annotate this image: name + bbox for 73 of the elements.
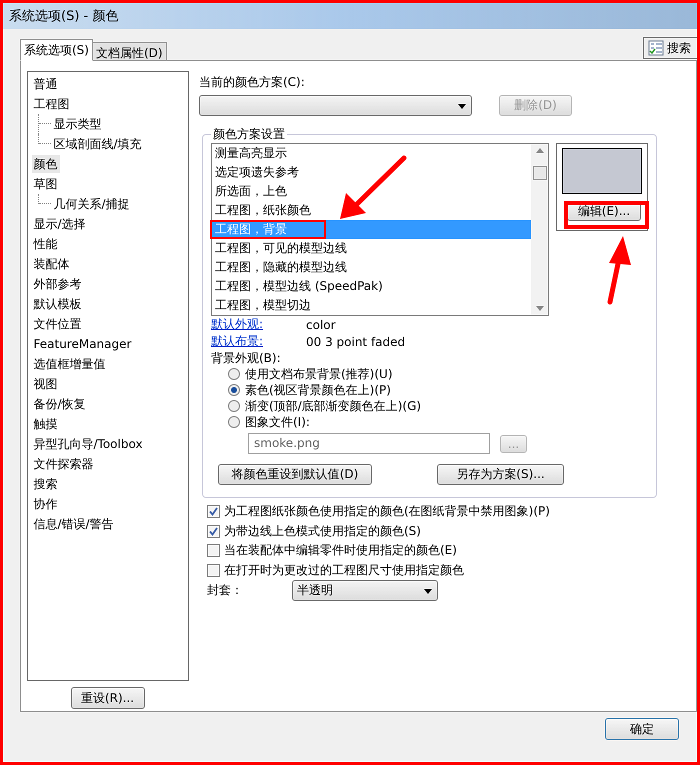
list-item[interactable]: 工程图，模型切边 bbox=[212, 296, 531, 315]
tree-item[interactable]: 备份/恢复 bbox=[32, 395, 88, 413]
ok-button[interactable]: 确定 bbox=[605, 718, 679, 740]
tree-item[interactable]: 文件位置 bbox=[32, 315, 84, 333]
tree-item[interactable]: 默认模板 bbox=[32, 295, 84, 313]
checkbox[interactable] bbox=[207, 564, 220, 577]
scrollbar[interactable] bbox=[531, 144, 548, 315]
checkbox-label: 在打开时为更改过的工程图尺寸使用指定颜色 bbox=[224, 562, 464, 579]
group-title: 颜色方案设置 bbox=[212, 126, 286, 143]
tree-item[interactable]: 异型孔向导/Toolbox bbox=[32, 435, 145, 453]
save-as-button[interactable]: 另存为方案(S)... bbox=[437, 464, 564, 485]
list-item[interactable]: 测量高亮显示 bbox=[212, 144, 531, 163]
tree-item[interactable]: 颜色 bbox=[32, 155, 60, 173]
radio-label: 使用文档布景背景(推荐)(U) bbox=[245, 366, 393, 382]
list-item[interactable]: 所选面，上色 bbox=[212, 182, 531, 201]
radio-button[interactable] bbox=[228, 416, 240, 428]
radio-button[interactable] bbox=[228, 368, 240, 380]
reset-button[interactable]: 重设(R)... bbox=[70, 687, 144, 709]
window-title: 系统选项(S) - 颜色 bbox=[9, 8, 118, 25]
caret-icon bbox=[458, 104, 466, 109]
background-label: 背景外观(B): bbox=[211, 351, 281, 365]
annotation-arrow bbox=[338, 155, 408, 221]
tree-item[interactable]: 区域剖面线/填充 bbox=[52, 135, 144, 153]
envelope-dropdown[interactable]: 半透明 bbox=[292, 580, 438, 601]
tree-item[interactable]: 性能 bbox=[32, 235, 60, 253]
checkbox-label: 为带边线上色模式使用指定的颜色(S) bbox=[224, 522, 421, 540]
link[interactable]: 默认布景: bbox=[211, 333, 306, 350]
tree-item[interactable]: 信息/错误/警告 bbox=[32, 515, 116, 533]
default-value: 00 3 point faded bbox=[306, 334, 406, 348]
caret-icon bbox=[424, 589, 432, 594]
tree-item[interactable]: 草图 bbox=[32, 175, 60, 193]
list-item[interactable]: 工程图，可见的模型边线 bbox=[212, 239, 531, 258]
tree-item[interactable]: 外部参考 bbox=[32, 275, 84, 293]
checkbox[interactable] bbox=[207, 524, 220, 538]
link[interactable]: 默认外观: bbox=[211, 316, 306, 333]
tree-item[interactable]: 触摸 bbox=[32, 415, 60, 433]
tree-item[interactable]: 视图 bbox=[32, 375, 60, 393]
tree-item[interactable]: 装配体 bbox=[32, 255, 72, 273]
search-button[interactable]: 搜索 bbox=[643, 37, 697, 59]
tree-item[interactable]: 搜索 bbox=[32, 475, 60, 493]
checkbox[interactable] bbox=[207, 544, 220, 558]
tree-item[interactable]: 选值框增量值 bbox=[32, 355, 108, 373]
color-scheme-dropdown[interactable] bbox=[199, 95, 472, 116]
tree-item[interactable]: 几何关系/捕捉 bbox=[52, 195, 132, 213]
checkbox-label: 当在装配体中编辑零件时使用指定的颜色(E) bbox=[224, 542, 457, 560]
up-arrow-icon bbox=[536, 148, 544, 153]
checkbox[interactable] bbox=[207, 505, 220, 518]
list-item[interactable]: 工程图，纸张颜色 bbox=[212, 201, 531, 220]
envelope-label: 封套： bbox=[207, 582, 244, 599]
color-scheme-label: 当前的颜色方案(C): bbox=[199, 74, 306, 90]
tree-item[interactable]: 普通 bbox=[32, 75, 60, 93]
down-arrow-icon bbox=[536, 306, 544, 311]
reset-colors-button[interactable]: 将颜色重设到默认值(D) bbox=[218, 464, 372, 485]
tree-item[interactable]: 工程图 bbox=[32, 95, 72, 113]
tree-item[interactable]: 协作 bbox=[32, 495, 60, 513]
checklist-icon bbox=[648, 40, 664, 56]
checkbox-label: 为工程图纸张颜色使用指定的颜色(在图纸背景中禁用图象)(P) bbox=[224, 503, 550, 520]
radio-button[interactable] bbox=[228, 384, 240, 396]
radio-button[interactable] bbox=[228, 400, 240, 412]
tree-item[interactable]: 显示/选择 bbox=[32, 215, 88, 233]
tree-item[interactable]: 文件探索器 bbox=[32, 455, 96, 473]
list-item[interactable]: 工程图，模型边线 (SpeedPak) bbox=[212, 277, 531, 296]
scrollbar-thumb[interactable] bbox=[532, 166, 546, 180]
tab[interactable]: 系统选项(S) bbox=[20, 39, 93, 61]
list-item[interactable]: 选定项遗失参考 bbox=[212, 163, 531, 182]
tab[interactable]: 文档属性(D) bbox=[92, 42, 167, 61]
radio-label: 渐变(顶部/底部渐变颜色在上)(G) bbox=[245, 398, 422, 414]
tree-item[interactable]: 显示类型 bbox=[52, 115, 104, 133]
default-value: color bbox=[306, 318, 336, 332]
list-item[interactable]: 工程图，隐藏的模型边线 bbox=[212, 258, 531, 277]
tree-item[interactable]: FeatureManager bbox=[32, 335, 134, 353]
radio-label: 图象文件(I): bbox=[245, 414, 310, 430]
radio-label: 素色(视区背景颜色在上)(P) bbox=[245, 382, 391, 398]
